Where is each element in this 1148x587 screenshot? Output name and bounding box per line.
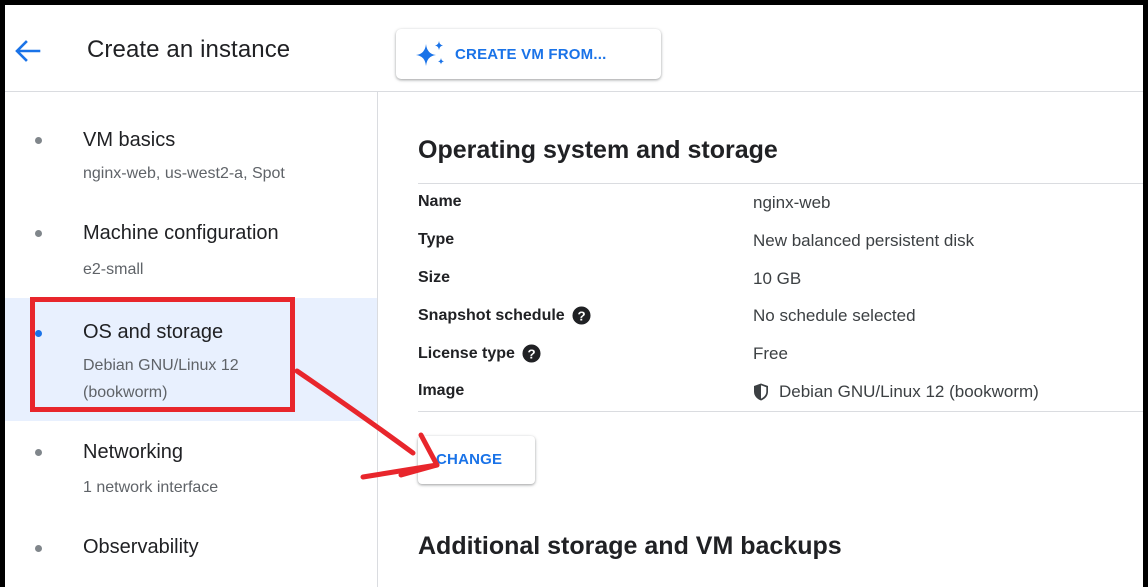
help-circle-icon[interactable]: ? <box>572 306 591 325</box>
detail-value: Free <box>753 344 788 364</box>
sidebar-item-title: Observability <box>83 536 199 558</box>
main-content: Operating system and storage Name nginx-… <box>378 92 1143 587</box>
section-title: Additional storage and VM backups <box>418 532 842 560</box>
step-dot <box>35 137 42 144</box>
sidebar-item-observability[interactable]: Observability <box>5 516 377 587</box>
section-title: Operating system and storage <box>418 136 778 164</box>
sidebar-item-networking[interactable]: Networking 1 network interface <box>5 421 377 516</box>
page-title: Create an instance <box>87 36 291 63</box>
help-circle-icon[interactable]: ? <box>522 344 541 363</box>
detail-value: 10 GB <box>753 268 802 288</box>
detail-row-license-type: License type ? Free <box>418 335 1143 373</box>
shield-icon <box>754 383 768 401</box>
sidebar-item-subtitle: nginx-web, us-west2-a, Spot <box>83 165 285 182</box>
sidebar-item-subtitle: (bookworm) <box>83 384 168 401</box>
detail-value: nginx-web <box>753 193 831 212</box>
sidebar-item-title: Machine configuration <box>83 222 279 244</box>
sidebar-item-title: OS and storage <box>83 321 224 343</box>
detail-row-size: Size 10 GB <box>418 260 1143 298</box>
screenshot-frame: Create an instance CREATE VM FROM... VM … <box>0 0 1148 587</box>
sidebar-item-os-and-storage[interactable]: OS and storage Debian GNU/Linux 12 (book… <box>5 298 377 421</box>
step-dot <box>35 449 42 456</box>
detail-label: Size <box>418 268 451 286</box>
step-dot <box>35 330 42 337</box>
svg-text:?: ? <box>577 309 585 324</box>
change-button[interactable]: CHANGE <box>418 436 535 484</box>
detail-row-image: Image Debian GNU/Linux 12 (bookworm) <box>418 373 1143 412</box>
change-button-label: CHANGE <box>436 451 503 468</box>
sidebar-item-machine-configuration[interactable]: Machine configuration e2-small <box>5 192 377 298</box>
detail-value: No schedule selected <box>753 306 916 326</box>
sidebar-item-subtitle: e2-small <box>83 261 144 278</box>
sidebar-item-title: Networking <box>83 441 184 463</box>
sidebar-nav: VM basics nginx-web, us-west2-a, Spot Ma… <box>5 92 378 587</box>
detail-label: Name <box>418 193 462 210</box>
svg-text:?: ? <box>527 346 535 361</box>
step-dot <box>35 230 42 237</box>
create-vm-from-button[interactable]: CREATE VM FROM... <box>396 29 661 79</box>
detail-label: Snapshot schedule ? <box>418 306 591 325</box>
detail-row-name: Name nginx-web <box>418 184 1143 222</box>
disk-details-table: Name nginx-web Type New balanced persist… <box>418 183 1143 412</box>
detail-value: Debian GNU/Linux 12 (bookworm) <box>753 382 1039 402</box>
detail-value: New balanced persistent disk <box>753 230 975 250</box>
detail-row-snapshot-schedule: Snapshot schedule ? No schedule selected <box>418 297 1143 335</box>
sidebar-item-title: VM basics <box>83 129 176 151</box>
detail-label: License type ? <box>418 344 541 363</box>
arrow-back-icon[interactable] <box>13 39 41 63</box>
sparkle-icon <box>416 41 444 66</box>
page-header: Create an instance CREATE VM FROM... <box>5 5 1143 92</box>
detail-row-type: Type New balanced persistent disk <box>418 222 1143 260</box>
step-dot <box>35 545 42 552</box>
sidebar-item-subtitle: 1 network interface <box>83 479 219 496</box>
sidebar-item-subtitle: Debian GNU/Linux 12 <box>83 357 239 374</box>
create-vm-from-label: CREATE VM FROM... <box>455 45 607 63</box>
detail-label: Image <box>418 381 465 399</box>
sidebar-item-vm-basics[interactable]: VM basics nginx-web, us-west2-a, Spot <box>5 92 377 192</box>
detail-label: Type <box>418 230 455 248</box>
